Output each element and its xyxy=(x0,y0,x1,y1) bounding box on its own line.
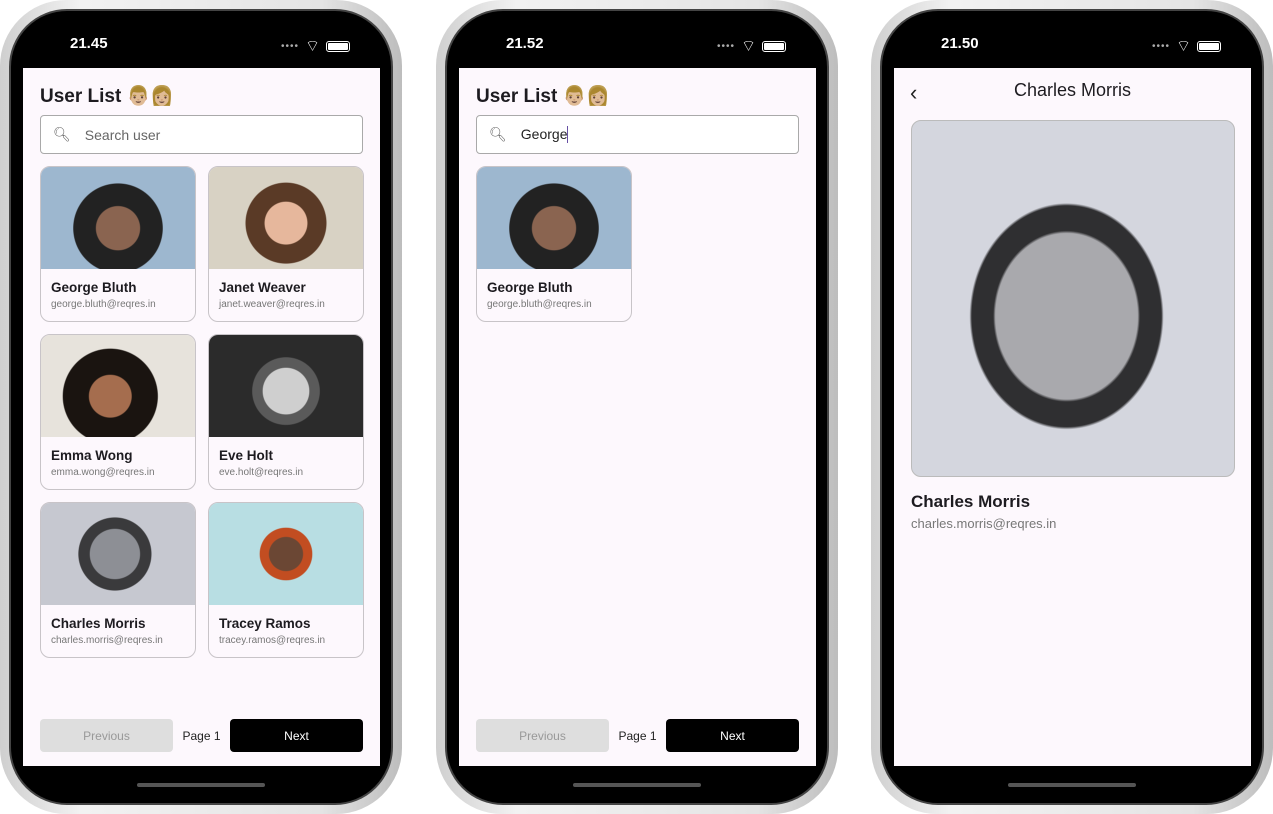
signal-icon: •••• xyxy=(716,40,735,52)
status-time: 21.45 xyxy=(70,35,108,52)
search-placeholder: Search user xyxy=(84,126,161,143)
wifi-icon: ⌔ xyxy=(740,38,756,55)
user-card[interactable]: George Bluth george.bluth@reqres.in xyxy=(476,166,632,322)
page-indicator: Page 1 xyxy=(182,728,221,743)
status-icons: •••• ⌔ xyxy=(281,36,350,56)
user-email: charles.morris@reqres.in xyxy=(911,516,1057,531)
status-icons: •••• ⌔ xyxy=(717,36,786,56)
page-title: User List 👨🏼👩🏼 xyxy=(476,86,610,107)
user-card[interactable]: George Bluth george.bluth@reqres.in xyxy=(40,166,196,322)
avatar xyxy=(209,503,363,605)
status-icons: •••• ⌔ xyxy=(1152,36,1221,56)
wifi-icon: ⌔ xyxy=(304,38,320,55)
user-card[interactable]: Emma Wong emma.wong@reqres.in xyxy=(40,334,196,490)
next-button[interactable]: Next xyxy=(230,719,363,752)
home-indicator xyxy=(1008,783,1136,787)
user-photo xyxy=(911,120,1235,477)
user-email: eve.holt@reqres.in xyxy=(219,467,304,478)
user-card[interactable]: Charles Morris charles.morris@reqres.in xyxy=(40,502,196,658)
screen: User List 👨🏼👩🏼 🔍︎ George George Bluth geo… xyxy=(459,68,816,766)
user-name: George Bluth xyxy=(487,280,573,295)
user-name: Charles Morris xyxy=(911,492,1031,511)
home-indicator xyxy=(137,783,265,787)
user-email: tracey.ramos@reqres.in xyxy=(219,635,326,646)
home-indicator xyxy=(573,783,701,787)
avatar xyxy=(209,335,363,437)
text-cursor xyxy=(567,126,569,144)
user-email: emma.wong@reqres.in xyxy=(51,467,155,478)
user-card[interactable]: Eve Holt eve.holt@reqres.in xyxy=(208,334,364,490)
wifi-icon: ⌔ xyxy=(1175,38,1191,55)
signal-icon: •••• xyxy=(280,40,299,52)
user-card[interactable]: Janet Weaver janet.weaver@reqres.in xyxy=(208,166,364,322)
previous-button[interactable]: Previous xyxy=(476,719,609,752)
user-name: Tracey Ramos xyxy=(219,616,311,631)
phone-user-detail: 21.50 •••• ⌔ Charles Morris ‹ Charles Mor… xyxy=(871,0,1273,814)
avatar xyxy=(41,335,195,437)
avatar xyxy=(477,167,631,269)
avatar xyxy=(41,167,195,269)
status-time: 21.52 xyxy=(506,35,544,52)
search-input[interactable]: 🔍︎ George xyxy=(476,115,799,154)
search-value: George xyxy=(520,125,568,142)
search-icon: 🔍︎ xyxy=(489,126,507,142)
phone-user-list: 21.45 •••• ⌔ User List 👨🏼👩🏼 🔍︎ Search use… xyxy=(0,0,402,814)
user-email: charles.morris@reqres.in xyxy=(51,635,163,646)
pagination: Previous Page 1 Next xyxy=(476,719,799,752)
search-input[interactable]: 🔍︎ Search user xyxy=(40,115,363,154)
user-card[interactable]: Tracey Ramos tracey.ramos@reqres.in xyxy=(208,502,364,658)
page-indicator: Page 1 xyxy=(618,728,657,743)
avatar xyxy=(41,503,195,605)
back-chevron-icon[interactable]: ‹ xyxy=(910,80,917,106)
user-name: Charles Morris xyxy=(51,616,146,631)
signal-icon: •••• xyxy=(1151,40,1170,52)
search-icon: 🔍︎ xyxy=(53,126,71,142)
status-time: 21.50 xyxy=(941,35,979,52)
battery-icon xyxy=(326,40,350,52)
user-email: george.bluth@reqres.in xyxy=(51,299,156,310)
battery-icon xyxy=(1197,40,1221,52)
next-button[interactable]: Next xyxy=(666,719,799,752)
user-email: janet.weaver@reqres.in xyxy=(219,299,325,310)
phone-user-search: 21.52 •••• ⌔ User List 👨🏼👩🏼 🔍︎ George Geo… xyxy=(436,0,838,814)
user-name: Eve Holt xyxy=(219,448,274,463)
previous-button[interactable]: Previous xyxy=(40,719,173,752)
user-email: george.bluth@reqres.in xyxy=(487,299,592,310)
pagination: Previous Page 1 Next xyxy=(40,719,363,752)
user-name: George Bluth xyxy=(51,280,137,295)
screen: User List 👨🏼👩🏼 🔍︎ Search user George Blu… xyxy=(23,68,380,766)
user-name: Emma Wong xyxy=(51,448,133,463)
screen: Charles Morris ‹ Charles Morris charles.… xyxy=(894,68,1251,766)
detail-title: Charles Morris xyxy=(1013,80,1132,100)
page-title: User List 👨🏼👩🏼 xyxy=(40,86,174,107)
avatar xyxy=(209,167,363,269)
user-name: Janet Weaver xyxy=(219,280,306,295)
battery-icon xyxy=(762,40,786,52)
